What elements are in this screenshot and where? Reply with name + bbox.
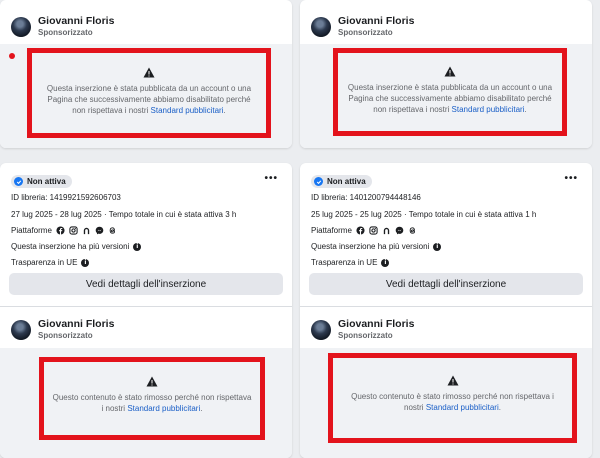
divider	[300, 306, 592, 307]
versions-label: Questa inserzione ha più versioni	[11, 242, 130, 251]
warning-end: .	[524, 105, 527, 114]
transparency-label: Trasparenza in UE	[311, 258, 378, 267]
threads-icon	[409, 227, 415, 234]
platforms-label: Piattaforme	[311, 226, 352, 235]
status-badge: Non attiva	[311, 175, 372, 188]
status-badge: Non attiva	[11, 175, 72, 188]
transparency-label: Trasparenza in UE	[11, 258, 78, 267]
view-ad-details-button[interactable]: Vedi dettagli dell'inserzione	[9, 273, 283, 295]
threads-icon	[109, 227, 115, 234]
messenger-icon	[95, 226, 104, 235]
sponsored-label: Sponsorizzato	[338, 28, 393, 37]
warning-triangle-icon	[444, 66, 456, 77]
advertiser-header[interactable]: Giovanni Floris Sponsorizzato	[311, 318, 414, 342]
audience-network-icon	[383, 227, 390, 235]
facebook-icon	[56, 226, 65, 235]
standard-link[interactable]: Standard pubblicitari	[452, 105, 525, 114]
view-ad-details-button[interactable]: Vedi dettagli dell'inserzione	[309, 273, 583, 295]
platforms-row: Piattaforme	[11, 226, 117, 235]
avatar[interactable]	[311, 17, 331, 37]
versions-row[interactable]: Questa inserzione ha più versioni i	[311, 242, 442, 251]
content-removed-message: Questo contenuto è stato rimosso perché …	[333, 375, 572, 413]
removed-end: .	[498, 403, 501, 412]
advertiser-name[interactable]: Giovanni Floris	[338, 15, 414, 27]
status-row: Non attiva	[311, 175, 372, 188]
highlight-box: Questa inserzione è stata pubblicata da …	[27, 48, 271, 138]
info-icon[interactable]: i	[133, 242, 142, 251]
advertiser-name[interactable]: Giovanni Floris	[38, 318, 114, 330]
transparency-row[interactable]: Trasparenza in UE i	[311, 258, 390, 267]
removed-end: .	[200, 404, 203, 413]
warning-triangle-icon	[143, 67, 155, 78]
status-row: Non attiva	[11, 175, 72, 188]
avatar[interactable]	[11, 17, 31, 37]
active-dates: 25 lug 2025 - 25 lug 2025 · Tempo totale…	[311, 210, 537, 219]
advertiser-header[interactable]: Giovanni Floris Sponsorizzato	[311, 15, 414, 39]
active-dates: 27 lug 2025 - 28 lug 2025 · Tempo totale…	[11, 210, 237, 219]
warning-end: .	[223, 106, 226, 115]
messenger-icon	[395, 226, 404, 235]
instagram-icon	[369, 226, 378, 235]
highlight-box: Questo contenuto è stato rimosso perché …	[39, 357, 265, 440]
highlight-box: Questa inserzione è stata pubblicata da …	[333, 48, 567, 136]
content-removed-message: Questo contenuto è stato rimosso perché …	[44, 376, 260, 414]
library-id: ID libreria: 1401200794448146	[311, 193, 421, 202]
highlight-box: Questo contenuto è stato rimosso perché …	[328, 353, 577, 443]
warning-triangle-icon	[447, 375, 458, 386]
sponsored-label: Sponsorizzato	[38, 28, 93, 37]
advertiser-header[interactable]: Giovanni Floris Sponsorizzato	[11, 15, 114, 39]
status-label: Non attiva	[327, 177, 366, 186]
advertiser-header[interactable]: Giovanni Floris Sponsorizzato	[11, 318, 114, 342]
more-options-icon[interactable]: •••	[564, 173, 578, 184]
inactive-status-icon	[14, 177, 23, 186]
standard-link[interactable]: Standard pubblicitari	[426, 403, 499, 412]
info-icon[interactable]: i	[81, 258, 90, 267]
disabled-account-message: Questa inserzione è stata pubblicata da …	[338, 66, 562, 115]
platforms-row: Piattaforme	[311, 226, 417, 235]
red-dot-marker	[9, 53, 15, 59]
disabled-account-message: Questa inserzione è stata pubblicata da …	[32, 67, 266, 116]
advertiser-name[interactable]: Giovanni Floris	[38, 15, 114, 27]
status-label: Non attiva	[27, 177, 66, 186]
inactive-status-icon	[314, 177, 323, 186]
sponsored-label: Sponsorizzato	[338, 331, 393, 340]
avatar[interactable]	[11, 320, 31, 340]
versions-row[interactable]: Questa inserzione ha più versioni i	[11, 242, 142, 251]
info-icon[interactable]: i	[381, 258, 390, 267]
library-id: ID libreria: 1419921592606703	[11, 193, 121, 202]
divider	[0, 306, 292, 307]
standard-link[interactable]: Standard pubblicitari	[127, 404, 200, 413]
transparency-row[interactable]: Trasparenza in UE i	[11, 258, 90, 267]
sponsored-label: Sponsorizzato	[38, 331, 93, 340]
warning-triangle-icon	[146, 376, 158, 387]
more-options-icon[interactable]: •••	[264, 173, 278, 184]
audience-network-icon	[83, 227, 90, 235]
instagram-icon	[69, 226, 78, 235]
advertiser-name[interactable]: Giovanni Floris	[338, 318, 414, 330]
facebook-icon	[356, 226, 365, 235]
versions-label: Questa inserzione ha più versioni	[311, 242, 430, 251]
platforms-label: Piattaforme	[11, 226, 52, 235]
avatar[interactable]	[311, 320, 331, 340]
standard-link[interactable]: Standard pubblicitari	[151, 106, 224, 115]
info-icon[interactable]: i	[433, 242, 442, 251]
